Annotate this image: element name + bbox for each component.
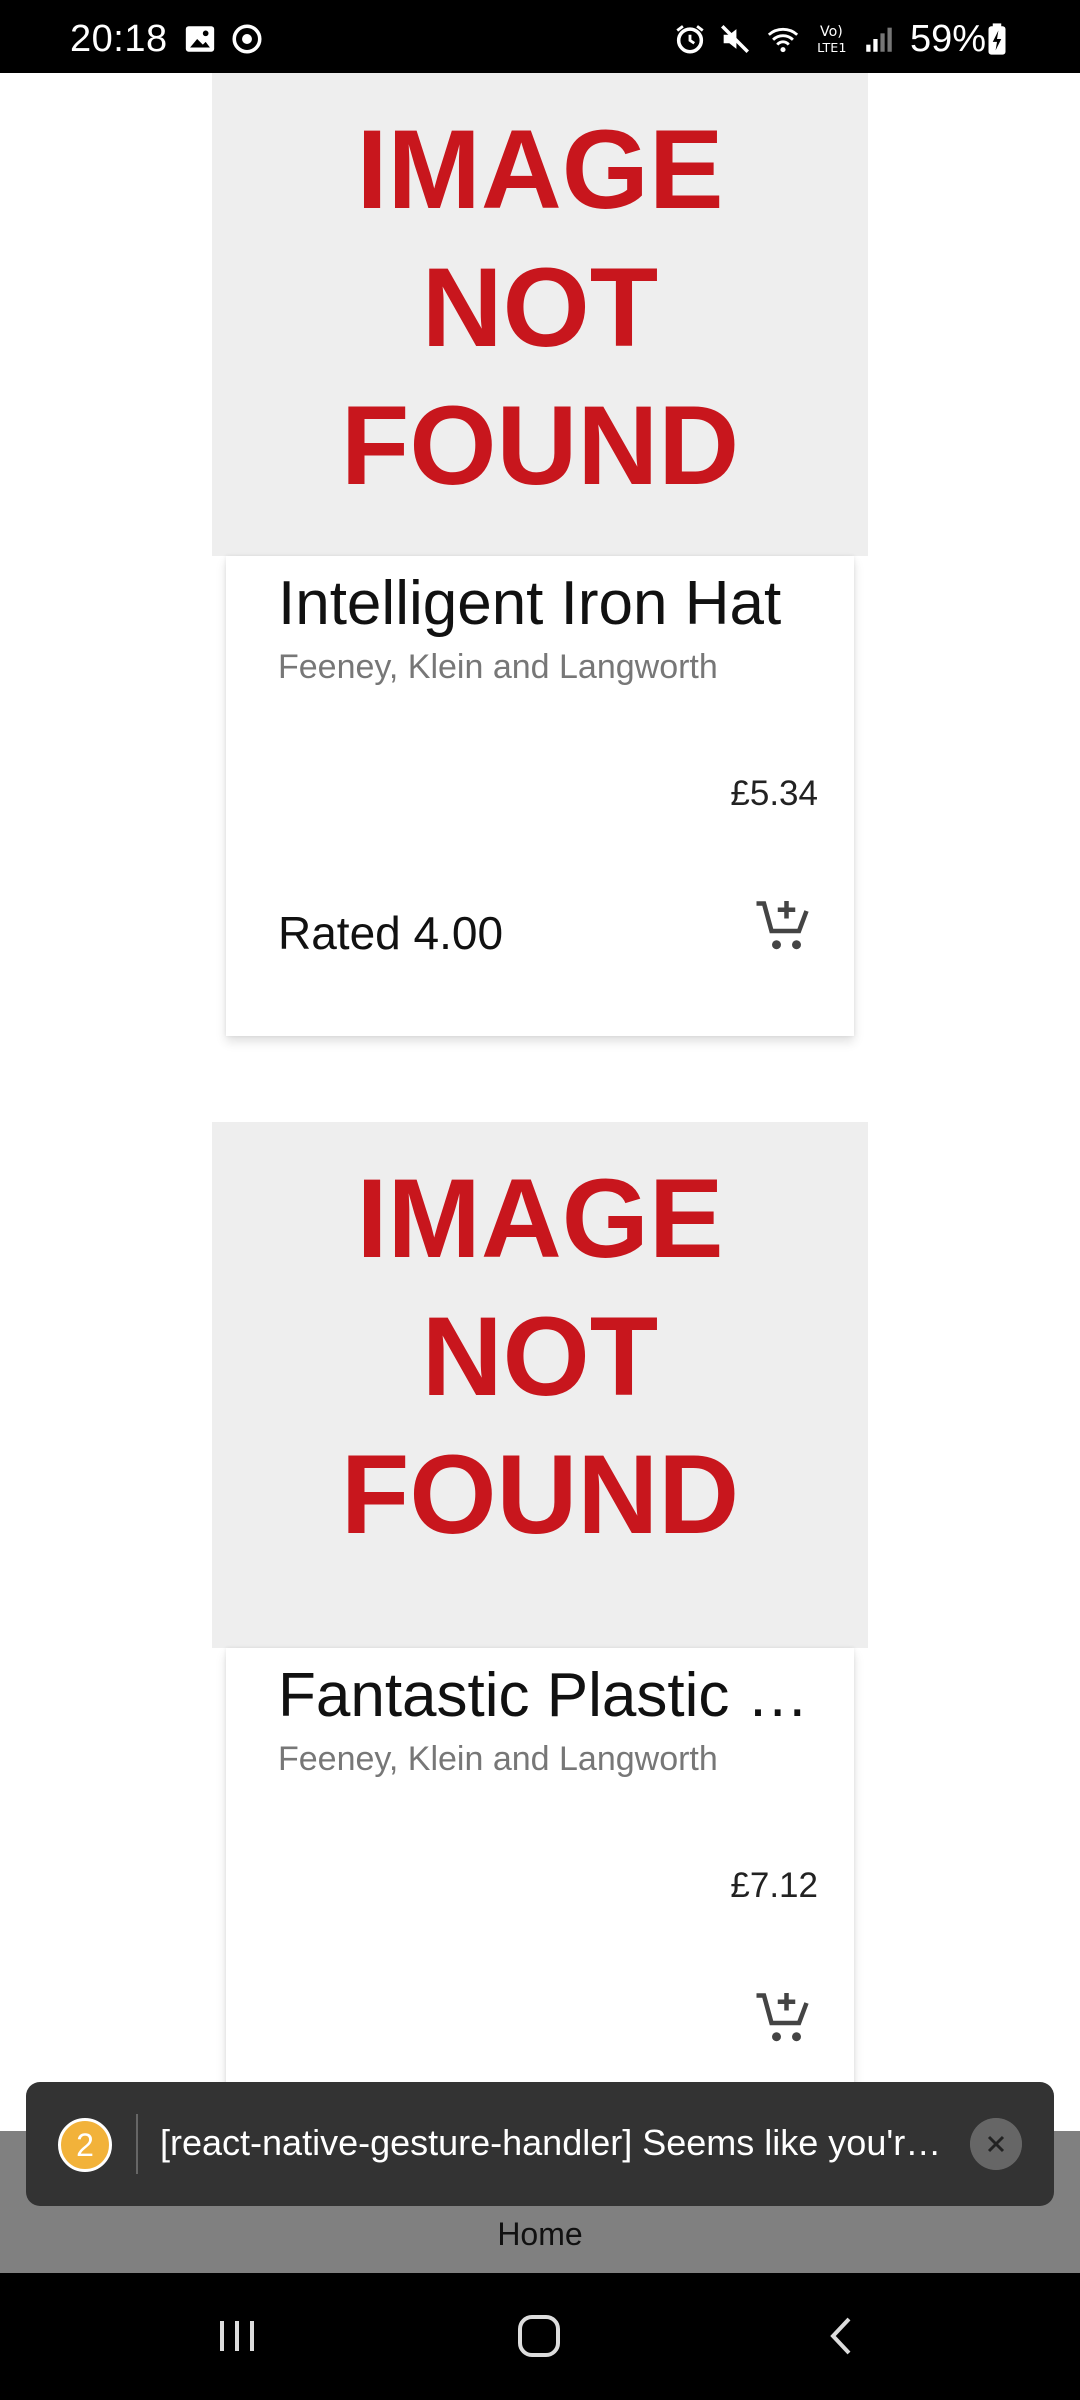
battery-percent: 59% [910,18,987,60]
product-price: £7.12 [730,1866,818,1905]
sync-icon [232,24,262,54]
recent-apps-icon[interactable] [212,2311,262,2361]
add-to-cart-icon[interactable] [754,896,814,956]
wifi-icon [767,27,799,53]
product-card[interactable]: IMAGE NOT FOUND Intelligent Iron Hat Fee… [212,73,868,1043]
product-title: Fantastic Plastic S… [278,1661,828,1730]
toast-divider [136,2114,138,2174]
image-placeholder-text-line: IMAGE [356,107,724,232]
volte-icon: Vo) LTE1 [817,24,846,56]
product-brand: Feeney, Klein and Langworth [278,648,718,686]
svg-text:Vo): Vo) [820,24,843,40]
image-placeholder-text-line: NOT [421,1294,659,1419]
add-to-cart-icon[interactable] [754,1988,814,2048]
product-image-placeholder: IMAGE NOT FOUND [212,1122,868,1648]
product-card-body: Fantastic Plastic S… Feeney, Klein and L… [226,1648,854,2132]
status-bar: 20:18 Vo) LTE1 59% [0,0,1080,73]
tab-home[interactable]: Home [0,2216,1080,2253]
back-icon[interactable] [817,2311,867,2361]
mute-icon [720,24,750,54]
product-price: £5.34 [730,774,818,813]
status-time: 20:18 [70,18,168,60]
product-brand: Feeney, Klein and Langworth [278,1740,718,1778]
alarm-icon [676,25,704,54]
gallery-icon [185,26,215,52]
svg-text:LTE1: LTE1 [817,41,846,56]
warning-toast[interactable]: 2 [react-native-gesture-handler] Seems l… [26,2082,1054,2206]
image-placeholder-text-line: FOUND [340,383,740,508]
product-card-body: Intelligent Iron Hat Feeney, Klein and L… [226,556,854,1036]
product-rating: Rated 4.00 [278,907,504,959]
image-placeholder-text-line: IMAGE [356,1156,724,1281]
image-placeholder-text-line: FOUND [340,1432,740,1557]
image-placeholder-text-line: NOT [421,245,659,370]
battery-charging-icon [988,23,1006,55]
toast-message[interactable]: [react-native-gesture-handler] Seems lik… [160,2122,960,2164]
product-image-placeholder: IMAGE NOT FOUND [212,73,868,556]
product-card[interactable]: IMAGE NOT FOUND Fantastic Plastic S… Fee… [212,1122,868,2132]
signal-icon [866,27,892,52]
product-title: Intelligent Iron Hat [278,569,782,638]
app-screen: 20:18 Vo) LTE1 59% IMAGE NOT FOUND Intel… [0,0,1080,2400]
warning-count-badge: 2 [58,2118,112,2172]
system-navigation-bar [0,2273,1080,2400]
close-icon[interactable] [970,2118,1022,2170]
home-button-icon[interactable] [514,2311,564,2361]
